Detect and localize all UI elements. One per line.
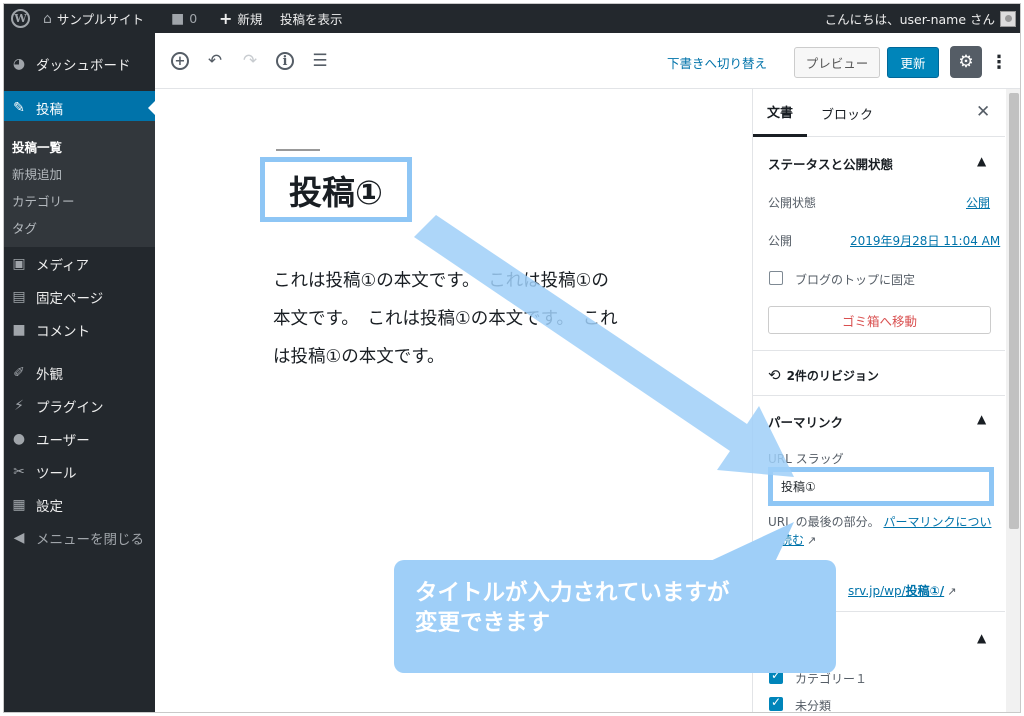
callout-line-2: 変更できます bbox=[415, 610, 551, 636]
annotation-callout: タイトルが入力されていますが 変更できます bbox=[394, 560, 836, 673]
callout-line-1: タイトルが入力されていますが bbox=[415, 580, 730, 606]
callout-pointer bbox=[704, 522, 794, 564]
screenshot-frame: W ⌂ サンプルサイト ■ 0 + 新規 投稿を表示 こんにちは、user-na… bbox=[3, 3, 1021, 713]
annotation-arrow-title-to-slug bbox=[414, 215, 794, 477]
